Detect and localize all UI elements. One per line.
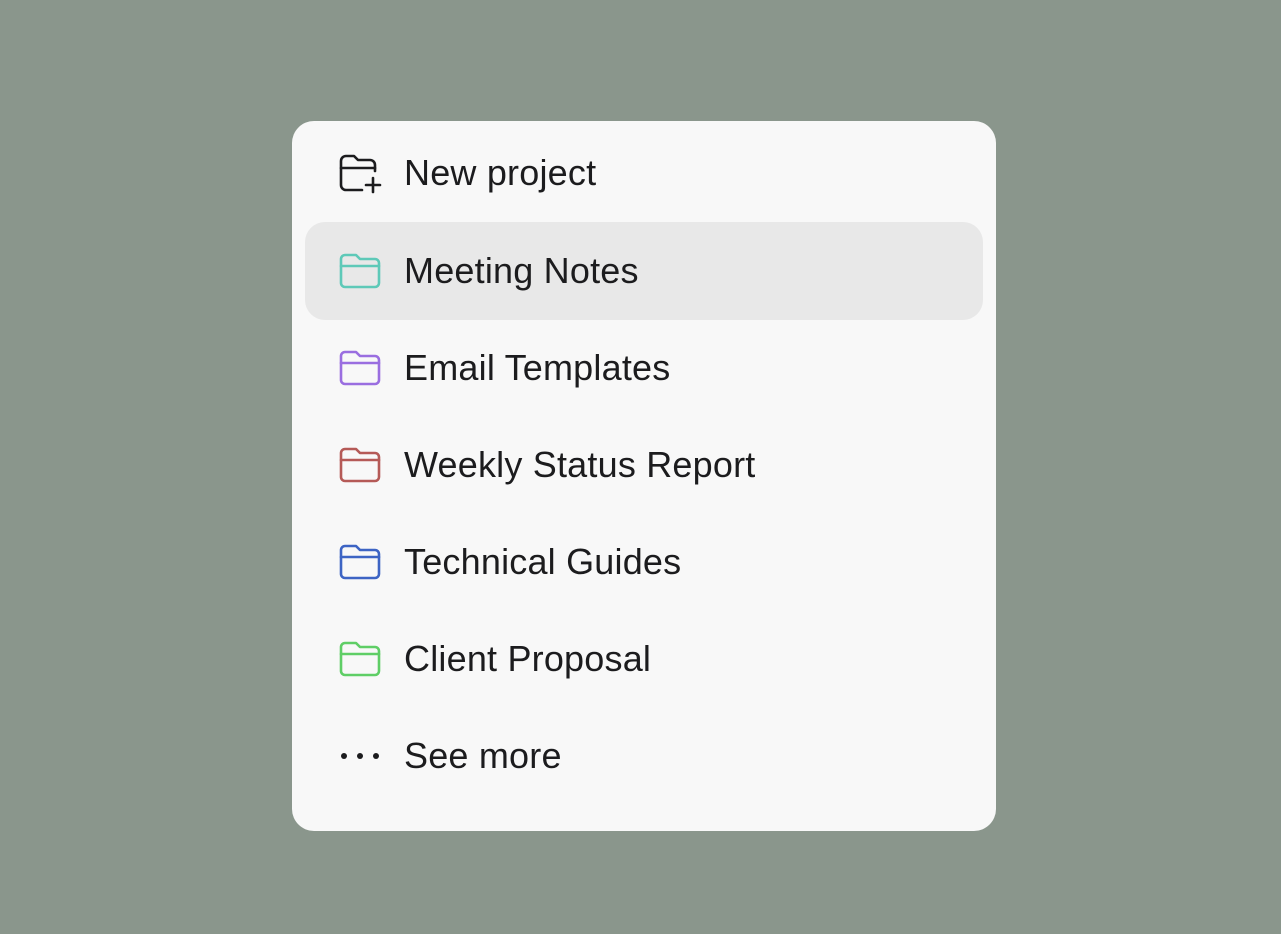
folder-icon bbox=[336, 635, 384, 683]
menu-item-email-templates[interactable]: Email Templates bbox=[305, 319, 983, 417]
menu-item-new-project[interactable]: New project bbox=[305, 123, 983, 223]
menu-item-weekly-status-report[interactable]: Weekly Status Report bbox=[305, 416, 983, 514]
folder-icon bbox=[336, 538, 384, 586]
menu-item-see-more[interactable]: See more bbox=[305, 707, 983, 805]
menu-item-client-proposal[interactable]: Client Proposal bbox=[305, 610, 983, 708]
menu-item-label: See more bbox=[404, 735, 562, 776]
project-menu: New project Meeting Notes Email Template… bbox=[292, 121, 996, 831]
folder-icon bbox=[336, 344, 384, 392]
menu-item-label: Client Proposal bbox=[404, 638, 652, 679]
folder-icon bbox=[336, 441, 384, 489]
menu-item-label: Meeting Notes bbox=[404, 250, 639, 291]
menu-item-label: Email Templates bbox=[404, 347, 671, 388]
menu-item-label: New project bbox=[404, 152, 597, 193]
menu-item-label: Weekly Status Report bbox=[404, 444, 756, 485]
menu-item-label: Technical Guides bbox=[404, 541, 682, 582]
folder-plus-icon bbox=[336, 149, 384, 197]
more-dots-icon bbox=[336, 732, 384, 780]
folder-icon bbox=[336, 247, 384, 295]
menu-item-meeting-notes[interactable]: Meeting Notes bbox=[305, 222, 983, 320]
menu-item-technical-guides[interactable]: Technical Guides bbox=[305, 513, 983, 611]
